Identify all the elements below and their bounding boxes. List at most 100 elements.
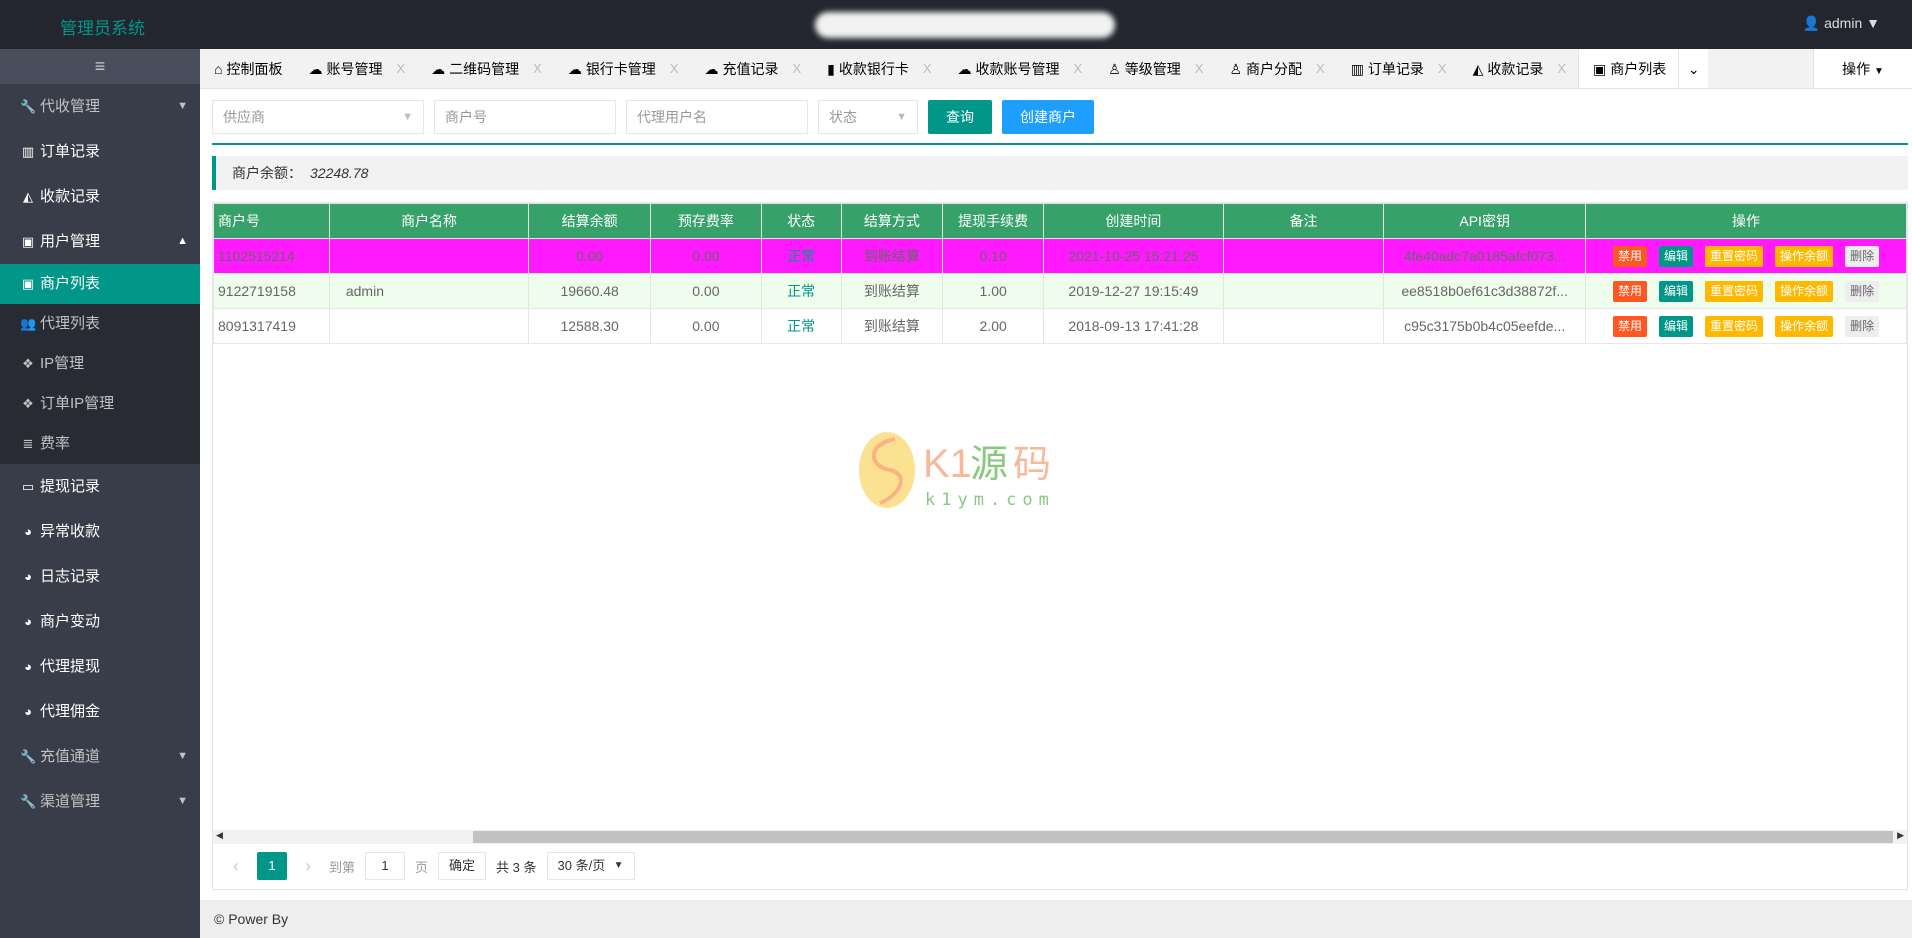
cell: 19660.48 bbox=[528, 273, 652, 309]
adjust-balance-button[interactable]: 操作余额 bbox=[1775, 315, 1834, 337]
close-icon[interactable]: X bbox=[533, 49, 542, 89]
tab-orders[interactable]: ▥ 订单记录 X bbox=[1337, 49, 1459, 88]
close-icon[interactable]: X bbox=[670, 49, 679, 89]
total-count: 共 3 条 bbox=[496, 859, 537, 875]
user-card-icon: ▣ bbox=[21, 234, 35, 249]
tab-qrcodes[interactable]: ☁ 二维码管理 X bbox=[417, 49, 554, 88]
prev-page-icon[interactable]: ‹ bbox=[225, 856, 247, 877]
close-icon[interactable]: X bbox=[923, 49, 932, 89]
sidebar-item-merchant-list[interactable]: ▣ 商户列表 bbox=[0, 264, 200, 304]
page-input[interactable]: 1 bbox=[365, 852, 406, 880]
user-menu[interactable]: 👤 admin ▼ bbox=[1803, 15, 1880, 32]
disable-button[interactable]: 禁用 bbox=[1613, 315, 1648, 337]
sidebar-item-collection[interactable]: 🔧 代收管理 ▼ bbox=[0, 84, 200, 129]
tab-merchant-assign[interactable]: ♙ 商户分配 X bbox=[1215, 49, 1336, 88]
table-header: 商户号 商户名称 结算余额 预存费率 状态 结算方式 提现手续费 创建时间 备注 API密钥 操作 bbox=[213, 203, 1907, 239]
sidebar-item-rate[interactable]: ≣ 费率 bbox=[0, 424, 200, 464]
tab-dashboard[interactable]: ⌂ 控制面板 bbox=[200, 49, 294, 88]
pie-chart-icon: ◕ bbox=[24, 614, 32, 629]
tab-levels[interactable]: ♙ 等级管理 X bbox=[1094, 49, 1215, 88]
tab-operations-menu[interactable]: 操作 ▼ bbox=[1813, 49, 1912, 88]
tab-label: 商户列表 bbox=[1610, 60, 1667, 77]
close-icon[interactable]: X bbox=[1195, 49, 1204, 89]
tab-bank-cards[interactable]: ☁ 银行卡管理 X bbox=[554, 49, 691, 88]
close-icon[interactable]: X bbox=[1316, 49, 1325, 89]
confirm-button[interactable]: 确定 bbox=[438, 852, 487, 880]
sidebar-item-ip[interactable]: ❖ IP管理 bbox=[0, 344, 200, 384]
cell bbox=[1222, 238, 1385, 274]
reset-password-button[interactable]: 重置密码 bbox=[1705, 315, 1764, 337]
wrench-icon: 🔧 bbox=[20, 99, 37, 114]
close-icon[interactable]: X bbox=[1074, 49, 1083, 89]
supplier-select[interactable]: 供应商 ▼ bbox=[212, 100, 424, 134]
tabs-more-chevron-icon[interactable]: ⌄ bbox=[1678, 49, 1709, 88]
horizontal-scrollbar[interactable]: ◀ ▶ bbox=[213, 830, 1907, 844]
merchant-no-input[interactable]: 商户号 bbox=[434, 100, 616, 134]
cell: c95c3175b0b4c05eefde... bbox=[1383, 308, 1587, 344]
tab-accounts[interactable]: ☁ 账号管理 X bbox=[294, 49, 417, 88]
sidebar-item-withdrawals[interactable]: ▭ 提现记录 bbox=[0, 464, 200, 509]
sidebar-item-recharge-channel[interactable]: 🔧 充值通道 ▼ bbox=[0, 734, 200, 779]
agent-username-input[interactable]: 代理用户名 bbox=[626, 100, 808, 134]
cell: 2019-12-27 19:15:49 bbox=[1043, 273, 1224, 309]
disable-button[interactable]: 禁用 bbox=[1613, 245, 1648, 267]
next-page-icon[interactable]: › bbox=[297, 856, 319, 877]
reset-password-button[interactable]: 重置密码 bbox=[1705, 245, 1764, 267]
label: 费率 bbox=[40, 435, 71, 452]
sidebar-item-agent-withdraw[interactable]: ◕ 代理提现 bbox=[0, 644, 200, 689]
delete-button[interactable]: 删除 bbox=[1845, 280, 1880, 302]
page-1[interactable]: 1 bbox=[257, 852, 287, 880]
sidebar-item-merchant-changes[interactable]: ◕ 商户变动 bbox=[0, 599, 200, 644]
close-icon[interactable]: X bbox=[1557, 49, 1566, 89]
create-merchant-button[interactable]: 创建商户 bbox=[1002, 100, 1094, 134]
scroll-left-icon[interactable]: ◀ bbox=[216, 830, 223, 841]
scrollbar-thumb[interactable] bbox=[473, 831, 1893, 843]
query-button[interactable]: 查询 bbox=[928, 100, 992, 134]
close-icon[interactable]: X bbox=[1438, 49, 1447, 89]
edit-button[interactable]: 编辑 bbox=[1659, 315, 1694, 337]
tab-merchant-list[interactable]: ▣ 商户列表 bbox=[1578, 49, 1679, 88]
scroll-right-icon[interactable]: ▶ bbox=[1897, 830, 1904, 841]
per-page-select[interactable]: 30 条/页 ▼ bbox=[546, 852, 635, 880]
sidebar-item-users[interactable]: ▣ 用户管理 ▲ bbox=[0, 219, 200, 264]
cell: 正常 bbox=[760, 273, 842, 309]
cell: 0.00 bbox=[650, 238, 762, 274]
delete-button[interactable]: 删除 bbox=[1845, 315, 1880, 337]
adjust-balance-button[interactable]: 操作余额 bbox=[1775, 280, 1834, 302]
sidebar-item-orders[interactable]: ▥ 订单记录 bbox=[0, 129, 200, 174]
pie-chart-icon: ◕ bbox=[24, 704, 32, 719]
tab-receiving-accounts[interactable]: ☁ 收款账号管理 X bbox=[944, 49, 1095, 88]
label: 代理佣金 bbox=[40, 703, 101, 720]
cell: 12588.30 bbox=[528, 308, 652, 344]
status-select[interactable]: 状态 ▼ bbox=[818, 100, 918, 134]
cell bbox=[1222, 308, 1385, 344]
edit-button[interactable]: 编辑 bbox=[1659, 280, 1694, 302]
sidebar-toggle[interactable]: ≡ bbox=[0, 49, 200, 84]
tab-receipts[interactable]: ◭ 收款记录 X bbox=[1459, 49, 1578, 88]
wrench-icon: 🔧 bbox=[20, 794, 37, 809]
close-icon[interactable]: X bbox=[792, 49, 801, 89]
table-row: 9122719158 admin 19660.48 0.00 正常 到账结算 1.00 201… bbox=[213, 273, 1907, 309]
label: 用户管理 bbox=[40, 233, 101, 250]
sidebar-item-receipts[interactable]: ◭ 收款记录 bbox=[0, 174, 200, 219]
reset-password-button[interactable]: 重置密码 bbox=[1705, 280, 1764, 302]
edit-button[interactable]: 编辑 bbox=[1659, 245, 1694, 267]
tab-recharge[interactable]: ☁ 充值记录 X bbox=[690, 49, 813, 88]
divider bbox=[212, 143, 1908, 145]
sidebar-item-agent-list[interactable]: 👥 代理列表 bbox=[0, 304, 200, 344]
sidebar-item-agent-commission[interactable]: ◕ 代理佣金 bbox=[0, 689, 200, 734]
tab-receiving-cards[interactable]: ▮ 收款银行卡 X bbox=[813, 49, 943, 88]
actions-cell: 禁用 编辑 重置密码 操作余额 删除 bbox=[1585, 273, 1907, 309]
sidebar-item-order-ip[interactable]: ❖ 订单IP管理 bbox=[0, 384, 200, 424]
sidebar-item-abnormal[interactable]: ◕ 异常收款 bbox=[0, 509, 200, 554]
delete-button[interactable]: 删除 bbox=[1845, 245, 1880, 267]
page-unit: 页 bbox=[415, 859, 429, 875]
disable-button[interactable]: 禁用 bbox=[1613, 280, 1648, 302]
tab-label: 控制面板 bbox=[226, 60, 283, 77]
column-header: API密钥 bbox=[1383, 203, 1587, 239]
caret-down-icon: ▼ bbox=[177, 795, 188, 807]
adjust-balance-button[interactable]: 操作余额 bbox=[1775, 245, 1834, 267]
sidebar-item-channel-management[interactable]: 🔧 渠道管理 ▼ bbox=[0, 779, 200, 824]
close-icon[interactable]: X bbox=[396, 49, 405, 89]
sidebar-item-logs[interactable]: ◕ 日志记录 bbox=[0, 554, 200, 599]
